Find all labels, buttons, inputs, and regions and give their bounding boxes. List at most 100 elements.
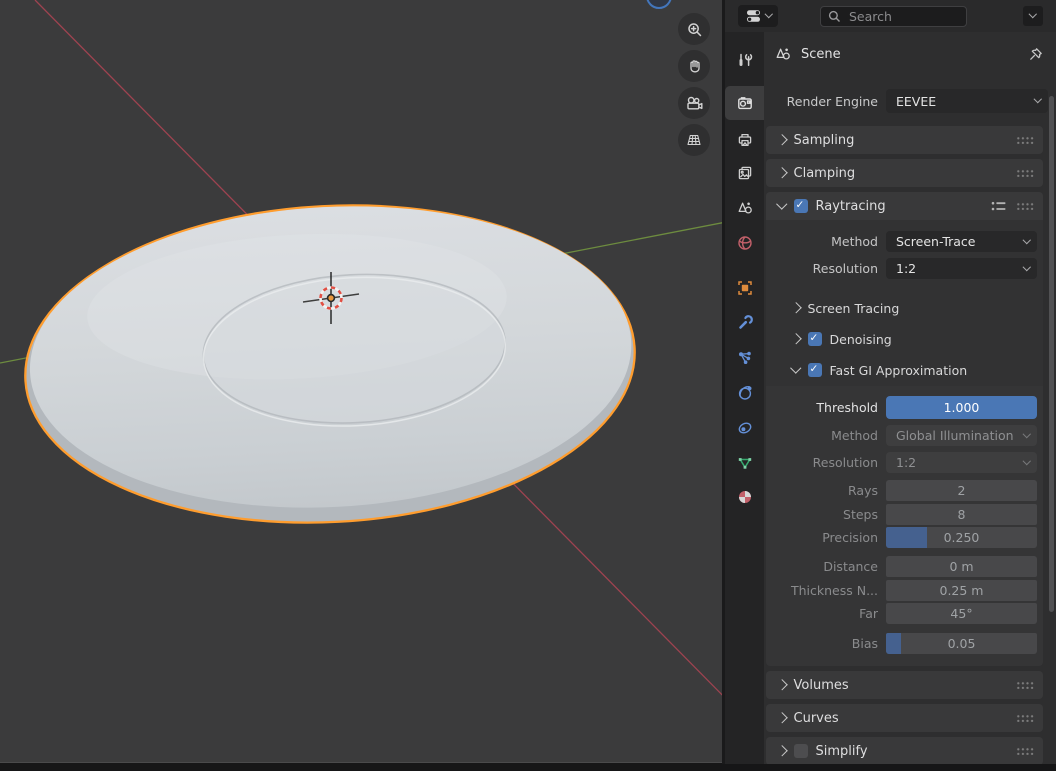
drag-grip-icon[interactable]: [1016, 681, 1034, 689]
resolution-dropdown[interactable]: 1:2: [886, 258, 1037, 279]
chevron-right-icon: [776, 135, 787, 146]
drag-grip-icon[interactable]: [1016, 714, 1034, 722]
tab-tool[interactable]: [725, 43, 764, 77]
tab-view-layer[interactable]: [725, 156, 764, 190]
panel-title: Simplify: [816, 744, 868, 759]
tab-constraints[interactable]: [725, 411, 764, 445]
tab-world[interactable]: [725, 226, 764, 260]
method-value: Screen-Trace: [896, 234, 1020, 249]
rays-row: Rays 2: [766, 480, 1043, 501]
far-value: 45°: [950, 606, 972, 621]
rays-value: 2: [958, 483, 966, 498]
rays-field: 2: [886, 480, 1037, 501]
bias-row: Bias 0.05: [766, 633, 1043, 654]
camera-view-button[interactable]: [678, 87, 710, 119]
render-engine-value: EEVEE: [896, 94, 1031, 109]
panel-title: Sampling: [794, 133, 855, 148]
chevron-down-icon: [776, 199, 787, 210]
panel-list: Sampling Clamping: [764, 126, 1056, 764]
threshold-row: Threshold 1.000: [766, 396, 1043, 419]
tab-material[interactable]: [725, 480, 764, 514]
steps-field: 8: [886, 504, 1037, 525]
panel-clamping-header[interactable]: Clamping: [766, 159, 1043, 187]
render-engine-dropdown[interactable]: EEVEE: [886, 89, 1048, 113]
panel-simplify-header[interactable]: Simplify: [766, 737, 1043, 764]
tab-scene[interactable]: [725, 191, 764, 225]
tab-render[interactable]: [725, 86, 764, 120]
scrollbar[interactable]: [1049, 96, 1054, 612]
tab-modifiers[interactable]: [725, 306, 764, 340]
search-input[interactable]: [847, 8, 951, 25]
tool-icon: [736, 51, 754, 69]
raytracing-checkbox[interactable]: [794, 199, 808, 213]
threshold-label: Threshold: [766, 400, 878, 415]
tab-object-data[interactable]: [725, 446, 764, 480]
panel-sampling-header[interactable]: Sampling: [766, 126, 1043, 154]
presets-menu-icon[interactable]: [991, 200, 1006, 213]
chevron-right-icon: [776, 680, 787, 691]
drag-grip-icon[interactable]: [1016, 136, 1034, 144]
scene-icon: [774, 45, 792, 63]
tab-object[interactable]: [725, 271, 764, 305]
gi-resolution-dropdown: 1:2: [886, 452, 1037, 473]
chevron-down-icon: [1033, 95, 1041, 103]
zoom-button[interactable]: [678, 13, 710, 45]
gi-resolution-value: 1:2: [896, 455, 1020, 470]
render-engine-row: Render Engine EEVEE: [764, 89, 1048, 113]
distance-row: Distance 0 m: [766, 556, 1043, 577]
slider-fill: [886, 527, 927, 548]
chevron-right-icon: [776, 713, 787, 724]
pan-button[interactable]: [678, 50, 710, 82]
panel-raytracing-header[interactable]: Raytracing: [766, 192, 1043, 220]
far-row: Far 45°: [766, 603, 1043, 624]
panel-title: Volumes: [794, 678, 849, 693]
drag-grip-icon[interactable]: [1016, 169, 1034, 177]
subpanel-screen-tracing-header[interactable]: Screen Tracing: [792, 297, 1043, 319]
method-dropdown[interactable]: Screen-Trace: [886, 231, 1037, 252]
steps-value: 8: [958, 507, 966, 522]
properties-editor-icon: [745, 7, 763, 25]
drag-grip-icon[interactable]: [1016, 202, 1034, 210]
tab-physics[interactable]: [725, 376, 764, 410]
subpanel-fast-gi-header[interactable]: Fast GI Approximation: [792, 359, 1043, 381]
3d-viewport[interactable]: [0, 0, 722, 763]
panel-title: Clamping: [794, 166, 856, 181]
scrollbar-thumb[interactable]: [1049, 96, 1054, 612]
tab-output[interactable]: [725, 123, 764, 157]
method-row: Method Screen-Trace: [766, 231, 1043, 252]
search-box[interactable]: [820, 6, 967, 27]
gi-sampling-group: Rays 2 Steps 8 Precision: [766, 480, 1043, 548]
render-icon: [736, 94, 754, 112]
gi-method-label: Method: [766, 428, 878, 443]
chevron-down-icon: [1022, 263, 1030, 271]
selected-object-plate[interactable]: [17, 190, 643, 537]
fast-gi-checkbox[interactable]: [808, 363, 822, 377]
pin-icon[interactable]: [1028, 46, 1044, 62]
panel-raytracing: Raytracing Method: [766, 192, 1043, 666]
simplify-checkbox[interactable]: [794, 744, 808, 758]
panel-menu-button[interactable]: [1023, 6, 1043, 26]
panel-curves-header[interactable]: Curves: [766, 704, 1043, 732]
threshold-slider[interactable]: 1.000: [886, 396, 1037, 419]
scene-icon: [736, 199, 754, 217]
mesh-data-icon: [736, 454, 754, 472]
thickness-label: Thickness N...: [766, 583, 878, 598]
panel-curves: Curves: [766, 704, 1043, 732]
gi-distance-group: Distance 0 m Thickness N... 0.25 m Far 4…: [766, 556, 1043, 624]
panel-volumes-header[interactable]: Volumes: [766, 671, 1043, 699]
thickness-row: Thickness N... 0.25 m: [766, 580, 1043, 601]
tab-particles[interactable]: [725, 341, 764, 375]
chevron-right-icon: [790, 303, 801, 314]
drag-grip-icon[interactable]: [1016, 747, 1034, 755]
object-icon: [736, 279, 754, 297]
precision-value: 0.250: [944, 530, 980, 545]
denoising-checkbox[interactable]: [808, 332, 822, 346]
panel-volumes: Volumes: [766, 671, 1043, 699]
chevron-down-icon: [1022, 236, 1030, 244]
subpanel-denoising-header[interactable]: Denoising: [792, 328, 1043, 350]
chevron-right-icon: [776, 746, 787, 757]
threshold-value: 1.000: [944, 400, 980, 415]
perspective-grid-button[interactable]: [678, 124, 710, 156]
chevron-down-icon: [1029, 10, 1037, 18]
editor-type-button[interactable]: [738, 5, 778, 27]
